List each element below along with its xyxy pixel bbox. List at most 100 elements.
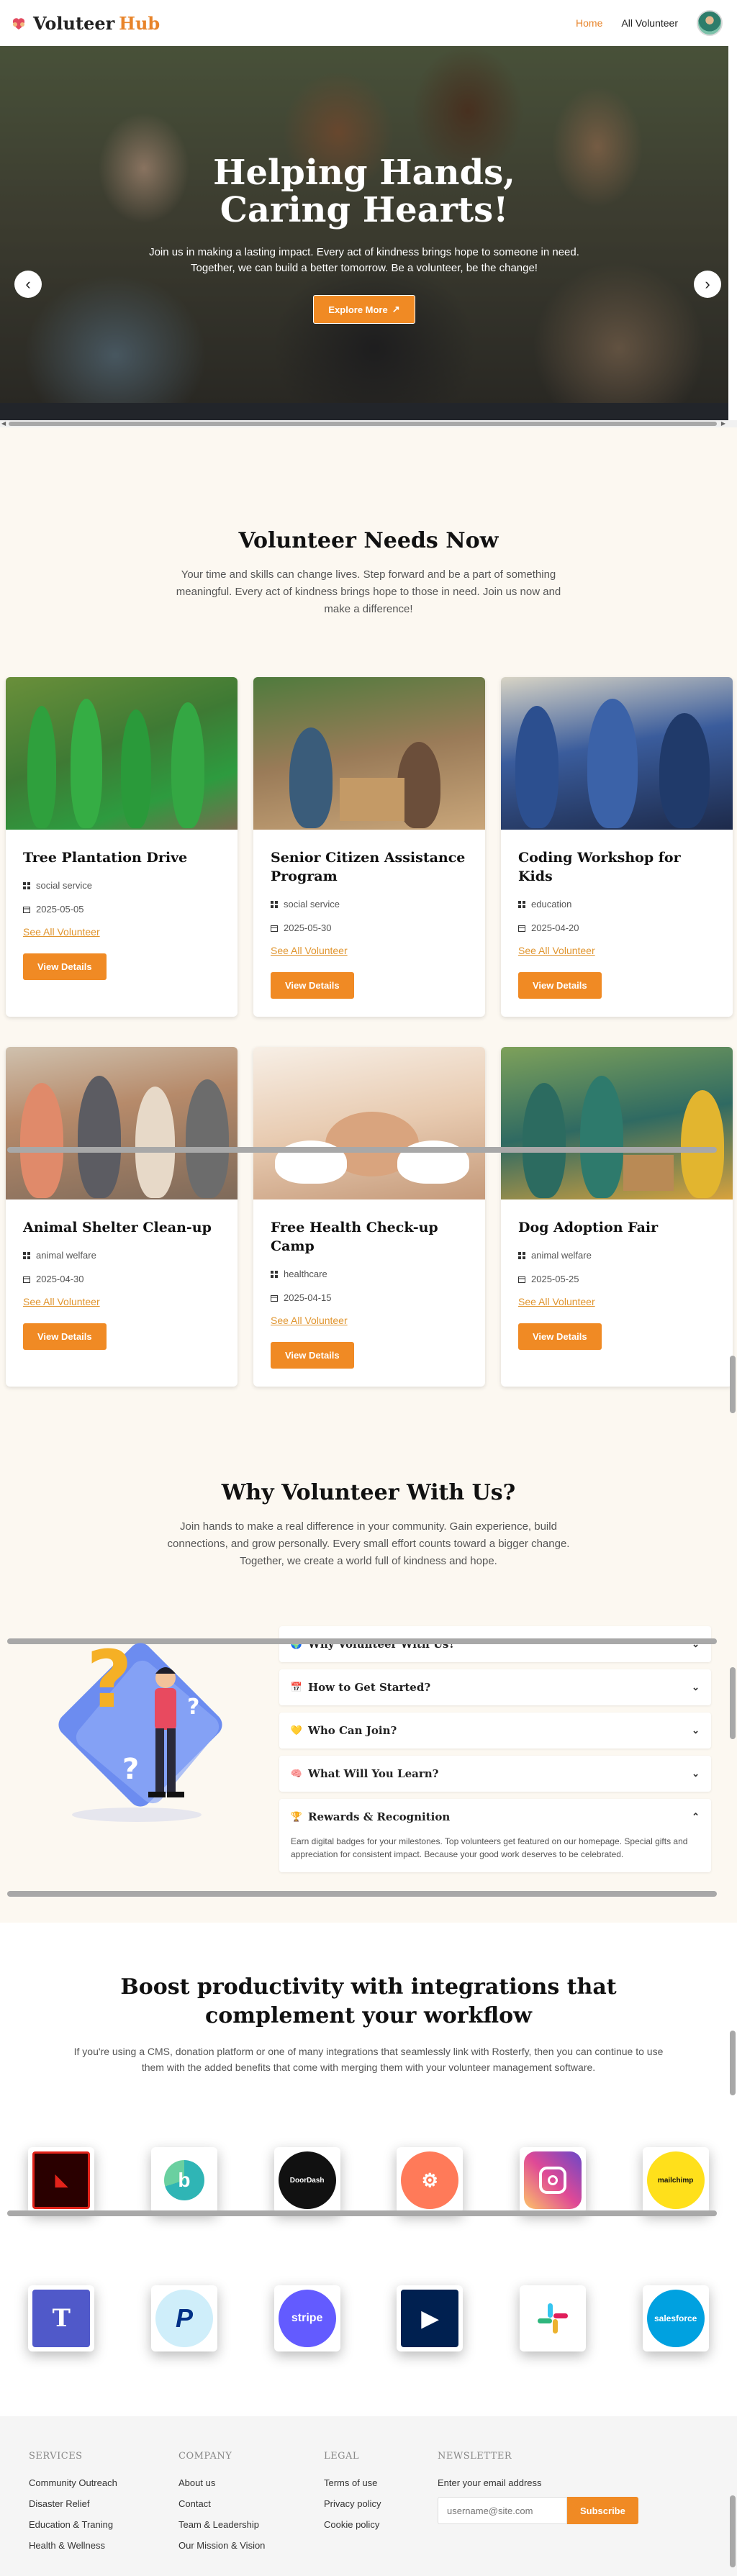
footer-company: COMPANY About us Contact Team & Leadersh… [178, 2451, 324, 2561]
view-details-button[interactable]: View Details [271, 972, 354, 999]
footer-link[interactable]: Cookie policy [324, 2519, 438, 2530]
carousel-prev-button[interactable]: ‹ [14, 271, 42, 298]
brand[interactable]: Voluteer Hub [10, 13, 160, 34]
instagram-integration[interactable] [519, 2147, 586, 2213]
calendar-icon [518, 1276, 525, 1283]
view-details-button[interactable]: View Details [271, 1342, 354, 1369]
paypal-integration[interactable]: P [150, 2285, 217, 2351]
why-vertical-scrollbar[interactable] [730, 1667, 736, 1739]
card-category-label: social service [284, 899, 340, 910]
view-details-button[interactable]: View Details [23, 1323, 107, 1350]
b-logo-icon: b [155, 2151, 213, 2209]
logos-scrollbar[interactable] [7, 2210, 717, 2216]
see-all-volunteer-link[interactable]: See All Volunteer [271, 945, 468, 956]
trend-up-icon: ↗ [392, 304, 400, 314]
hero-horizontal-scrollbar[interactable]: ◀ ▶ [0, 420, 737, 427]
salesforce-integration[interactable]: salesforce [642, 2285, 709, 2351]
see-all-volunteer-link[interactable]: See All Volunteer [518, 1296, 715, 1307]
footer-newsletter-title: NEWSLETTER [438, 2451, 512, 2462]
card-image-tree-plantation [6, 677, 238, 830]
footer-link[interactable]: Disaster Relief [29, 2498, 178, 2509]
footer-link[interactable]: Community Outreach [29, 2477, 178, 2488]
why-volunteer-section: Why Volunteer With Us? Join hands to mak… [0, 1430, 737, 1923]
see-all-volunteer-link[interactable]: See All Volunteer [23, 926, 220, 938]
nav-all-volunteer-link[interactable]: All Volunteer [621, 17, 678, 29]
card-image-coding-workshop [501, 677, 733, 830]
card-category: healthcare [271, 1269, 468, 1279]
explore-more-label: Explore More [328, 304, 388, 315]
why-scrollbar-bottom[interactable] [7, 1891, 717, 1897]
b-integration[interactable]: b [150, 2147, 217, 2213]
footer-link[interactable]: Education & Traning [29, 2519, 178, 2530]
svg-text:?: ? [86, 1633, 132, 1725]
see-all-volunteer-link[interactable]: See All Volunteer [518, 945, 715, 956]
site-footer: SERVICES Community Outreach Disaster Rel… [0, 2416, 737, 2576]
footer-link[interactable]: Health & Wellness [29, 2540, 178, 2551]
footer-link[interactable]: Privacy policy [324, 2498, 438, 2509]
dynamics-integration[interactable]: ▶ [397, 2285, 464, 2351]
question-illustration-icon: ? ? ? [58, 1633, 222, 1822]
adobe-integration[interactable]: ◣ [28, 2147, 95, 2213]
faq-question-button[interactable]: 🏆 Rewards & Recognition ⌃ [279, 1799, 711, 1835]
grid-icon [23, 881, 30, 889]
grid-icon [518, 1251, 525, 1259]
faq-item-expanded: 🏆 Rewards & Recognition ⌃ Earn digital b… [279, 1799, 711, 1872]
integrations-vertical-scrollbar[interactable] [730, 2031, 736, 2095]
doordash-integration[interactable]: DoorDash [273, 2147, 340, 2213]
faq-question-button[interactable]: 💛 Who Can Join? ⌄ [279, 1713, 711, 1749]
view-details-button[interactable]: View Details [518, 972, 602, 999]
grid-icon [518, 900, 525, 908]
hubspot-integration[interactable]: ⚙ [397, 2147, 464, 2213]
card-date-label: 2025-04-15 [284, 1292, 332, 1303]
footer-link[interactable]: Contact [178, 2498, 324, 2509]
subscribe-button[interactable]: Subscribe [567, 2497, 638, 2524]
carousel-next-button[interactable]: › [694, 271, 721, 298]
mailchimp-logo-icon: mailchimp [646, 2151, 705, 2209]
needs-vertical-scrollbar[interactable] [730, 1356, 736, 1413]
integrations-subtitle: If you're using a CMS, donation platform… [73, 2046, 664, 2073]
card-category-label: animal welfare [531, 1250, 592, 1261]
see-all-volunteer-link[interactable]: See All Volunteer [23, 1296, 220, 1307]
card-date-label: 2025-05-25 [531, 1274, 579, 1284]
chevron-up-icon: ⌃ [692, 1811, 700, 1822]
user-avatar[interactable] [697, 10, 723, 36]
brand-name-part2: Hub [119, 12, 160, 34]
card-title: Free Health Check-up Camp [271, 1220, 438, 1254]
card-category-label: healthcare [284, 1269, 327, 1279]
card-date-label: 2025-05-05 [36, 904, 84, 915]
dynamics-logo-icon: ▶ [401, 2290, 459, 2347]
integrations-title: Boost productivity with integrations tha… [120, 1974, 617, 2028]
explore-more-button[interactable]: Explore More ↗ [313, 295, 415, 324]
faq-question-button[interactable]: 🌍 Why Volunteer With Us? ⌄ [279, 1626, 711, 1662]
footer-link[interactable]: Our Mission & Vision [178, 2540, 324, 2551]
newsletter-email-input[interactable] [438, 2497, 567, 2524]
footer-services-title: SERVICES [29, 2451, 83, 2462]
hubspot-logo-icon: ⚙ [401, 2151, 459, 2209]
volunteer-cards-grid: Tree Plantation Drive social service 202… [0, 677, 737, 1387]
footer-legal: LEGAL Terms of use Privacy policy Cookie… [324, 2451, 438, 2561]
faq-item: 📅 How to Get Started? ⌄ [279, 1669, 711, 1705]
view-details-button[interactable]: View Details [23, 953, 107, 980]
instagram-logo-icon [523, 2151, 582, 2209]
nav-home-link[interactable]: Home [576, 17, 602, 29]
calendar-icon [271, 1294, 278, 1302]
faq-item: 🧠 What Will You Learn? ⌄ [279, 1756, 711, 1792]
footer-link[interactable]: Team & Leadership [178, 2519, 324, 2530]
see-all-volunteer-link[interactable]: See All Volunteer [271, 1315, 468, 1326]
slack-integration[interactable] [519, 2285, 586, 2351]
faq-question-button[interactable]: 📅 How to Get Started? ⌄ [279, 1669, 711, 1705]
mailchimp-integration[interactable]: mailchimp [642, 2147, 709, 2213]
hero-subtitle: Join us in making a lasting impact. Ever… [149, 246, 579, 274]
footer-link[interactable]: Terms of use [324, 2477, 438, 2488]
cards-row1-scrollbar[interactable] [7, 1147, 717, 1153]
salesforce-logo-icon: salesforce [646, 2290, 705, 2347]
footer-link[interactable]: About us [178, 2477, 324, 2488]
teams-integration[interactable]: T [28, 2285, 95, 2351]
trophy-icon: 🏆 [290, 1811, 303, 1822]
footer-vertical-scrollbar[interactable] [730, 2495, 736, 2567]
why-title: Why Volunteer With Us? [221, 1480, 516, 1505]
faq-question-button[interactable]: 🧠 What Will You Learn? ⌄ [279, 1756, 711, 1792]
svg-text:?: ? [187, 1695, 199, 1720]
view-details-button[interactable]: View Details [518, 1323, 602, 1350]
stripe-integration[interactable]: stripe [273, 2285, 340, 2351]
